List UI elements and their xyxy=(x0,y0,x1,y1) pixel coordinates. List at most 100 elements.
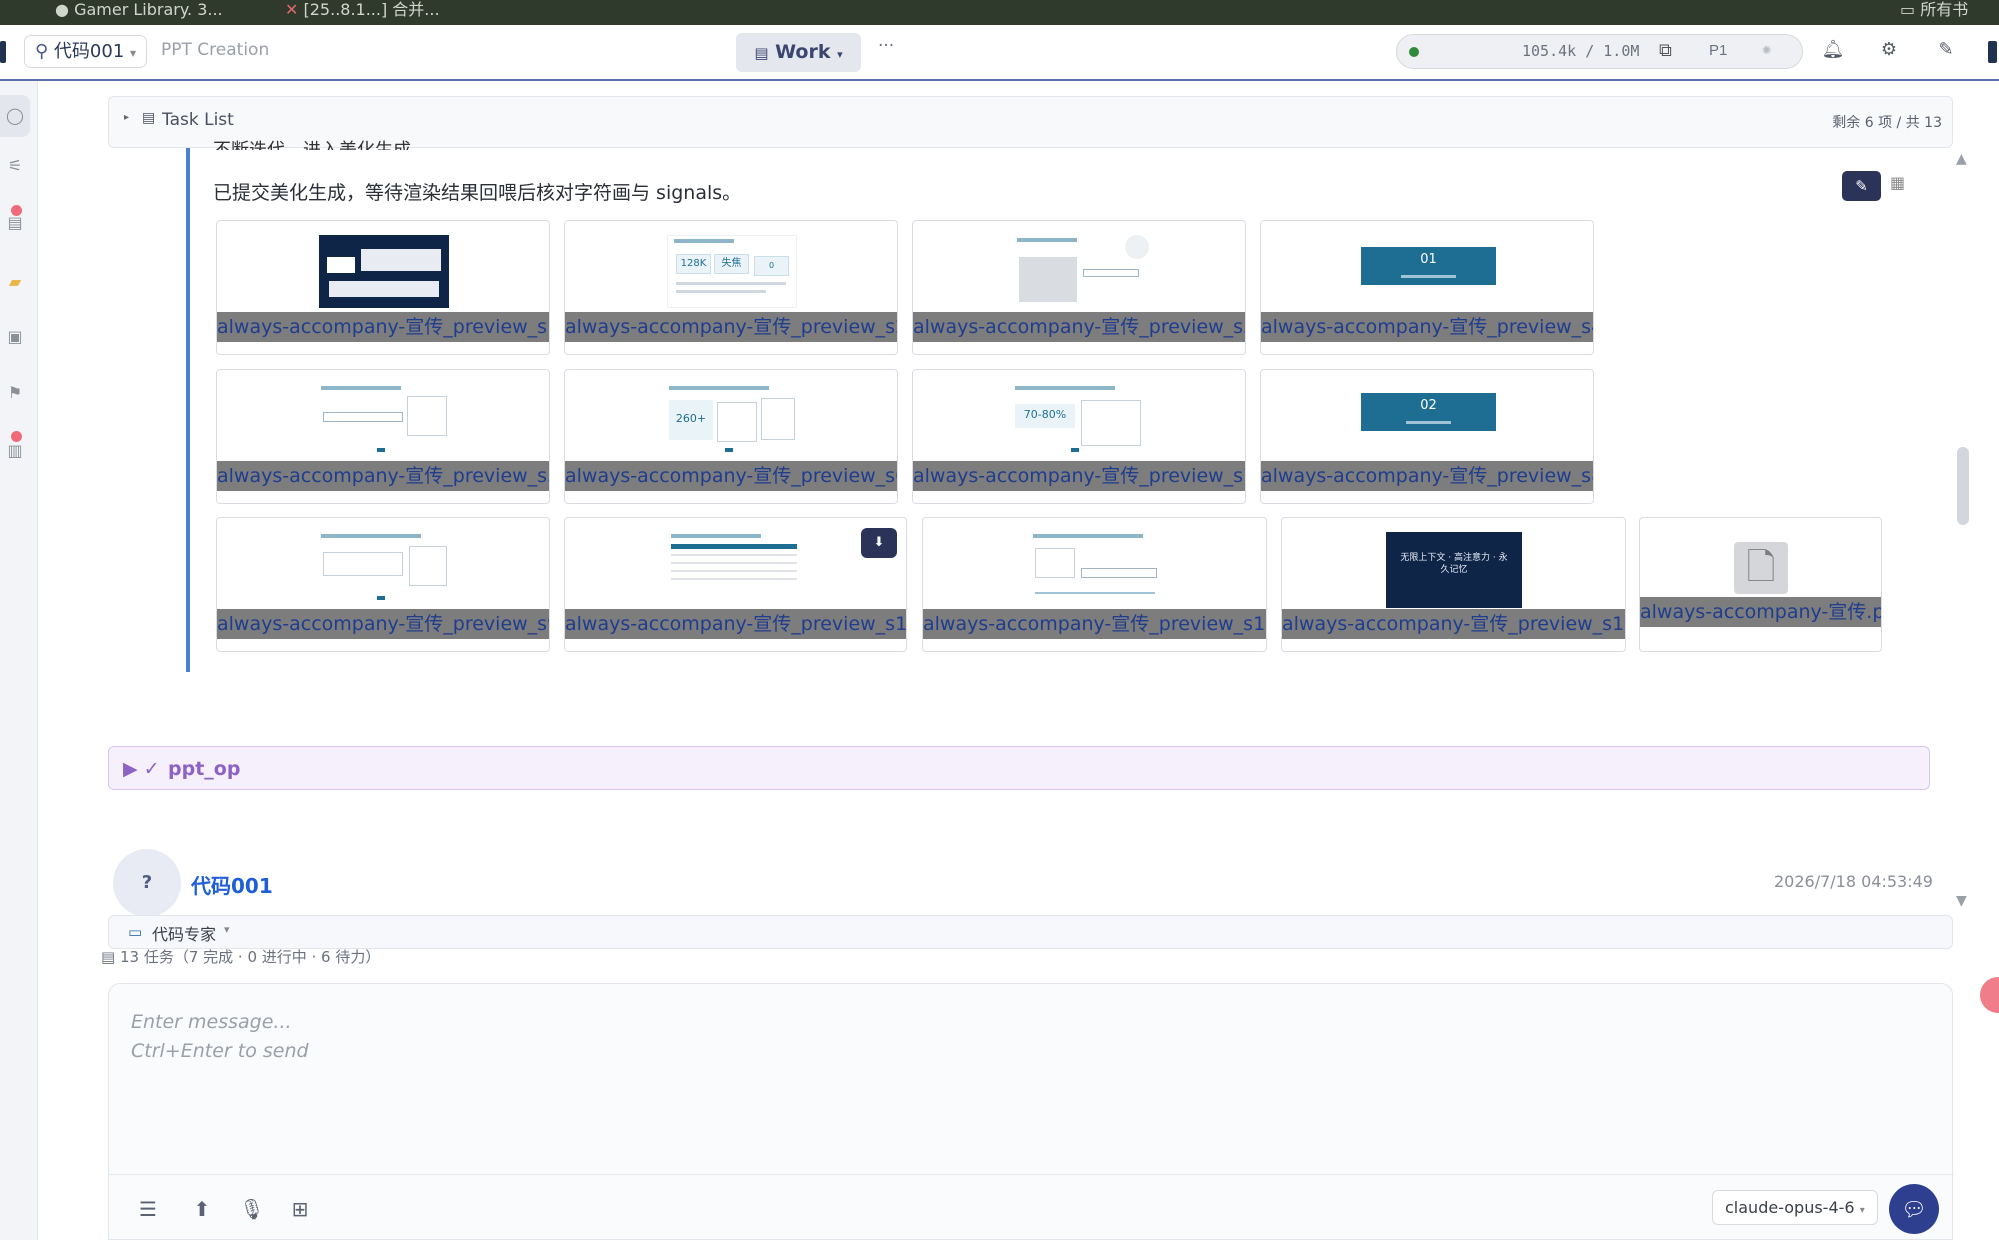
chevron-down-icon: ▾ xyxy=(837,48,843,61)
slide-preview xyxy=(319,532,449,605)
bell-icon[interactable]: 🔔︎ xyxy=(1818,35,1848,65)
grid-view-icon[interactable]: ▦ xyxy=(1890,173,1905,192)
floating-assistant-button[interactable] xyxy=(1980,977,1999,1013)
file-thumbnail[interactable]: ⬇ always-accompany-宣传_preview_s10.png xyxy=(564,517,907,652)
file-thumbnail[interactable]: always-accompany-宣传_preview_s1.png xyxy=(216,220,550,355)
tool-call-panel[interactable]: ▶ ✓ ppt_op xyxy=(108,746,1930,790)
send-button[interactable]: 💬︎ xyxy=(1889,1184,1939,1234)
slide-preview: 01 xyxy=(1361,247,1496,285)
notification-dot xyxy=(11,431,22,442)
pin-icon[interactable]: ⚑ xyxy=(0,378,30,408)
folder-icon: ▭ xyxy=(1900,0,1916,19)
more-button[interactable]: ··· xyxy=(878,36,894,56)
task-progress: ▤ 13 任务（7 完成 · 0 进行中 · 6 待力） xyxy=(101,948,381,966)
file-thumbnail[interactable]: 128K 失焦 0 always-accompany-宣传_preview_s2… xyxy=(564,220,898,355)
task-list-label: Task List xyxy=(162,110,234,130)
slide-preview xyxy=(1013,235,1149,308)
tab-close-icon: ✕ xyxy=(285,0,299,19)
gear-icon[interactable]: ⚙ xyxy=(1874,35,1904,65)
upload-icon[interactable]: ⬆ xyxy=(187,1194,217,1224)
chevron-down-icon[interactable]: ▾ xyxy=(224,923,230,936)
slide-preview: 260+ xyxy=(667,384,797,457)
scroll-up-icon[interactable]: ▲ xyxy=(1956,151,1967,167)
browser-tab-bar: ● Gamer Library. 3... ✕ [25..8.1...] 合并.… xyxy=(0,0,1999,25)
tool-name: ppt_op xyxy=(168,758,241,780)
token-usage-pill: 105.4k / 1.0M ⧉ P1 ✺ xyxy=(1396,34,1803,69)
briefcase-icon[interactable]: ▣ xyxy=(0,322,30,352)
file-name: always-accompany-宣传_preview_s3.png xyxy=(913,312,1245,342)
panel-toggle[interactable] xyxy=(1988,41,1997,63)
file-thumbnail[interactable]: 70-80% always-accompany-宣传_preview_s7.pn… xyxy=(912,369,1246,504)
file-name: always-accompany-宣传_preview_s2.png xyxy=(565,312,897,342)
file-thumbnail[interactable]: 02 always-accompany-宣传_preview_s8.png xyxy=(1260,369,1594,504)
scroll-down-icon[interactable]: ▼ xyxy=(1956,893,1967,909)
slide-preview xyxy=(319,235,449,308)
mode-dropdown[interactable]: ▤ Work ▾ xyxy=(736,33,861,72)
tool-status: ▶ ✓ xyxy=(123,758,160,780)
file-name: always-accompany-宣传_preview_s1.png xyxy=(217,312,549,342)
task-summary: 剩余 6 项 / 共 13 xyxy=(1832,115,1942,131)
slide-preview xyxy=(1031,532,1161,605)
slide-preview: 无限上下文 · 高注意力 · 永久记忆 xyxy=(1386,532,1522,608)
agent-selector[interactable]: ⚲ 代码001 ▾ xyxy=(24,35,148,68)
edit-icon[interactable]: ✎ xyxy=(1931,35,1961,65)
chevron-down-icon: ▾ xyxy=(1859,1205,1865,1216)
status-text: 已提交美化生成，等待渲染结果回喂后核对字符画与 signals。 xyxy=(213,182,742,204)
sliders-icon[interactable]: ⚟ xyxy=(0,151,30,181)
left-sidebar: ◯ ⚟ ▤ ▰ ▣ ⚑ ▥ xyxy=(0,81,38,1240)
file-thumbnail[interactable]: 无限上下文 · 高注意力 · 永久记忆 always-accompany-宣传_… xyxy=(1281,517,1626,652)
monitor-icon: ▭ xyxy=(128,923,143,941)
expert-label[interactable]: 代码专家 xyxy=(152,921,216,945)
file-thumbnail[interactable]: 01 always-accompany-宣传_preview_s4.png xyxy=(1260,220,1594,355)
file-thumbnail[interactable]: always-accompany-宣传_preview_s11.png xyxy=(922,517,1267,652)
sidebar-toggle[interactable] xyxy=(0,41,6,63)
document-icon: ▤ xyxy=(101,948,116,966)
file-thumbnail[interactable]: always-accompany-宣传_preview_s9.png xyxy=(216,517,550,652)
tab-favicon-icon: ● xyxy=(55,0,69,19)
download-icon[interactable]: ⬇ xyxy=(861,528,897,558)
token-count: 105.4k / 1.0M xyxy=(1522,42,1640,60)
file-name: always-accompany-宣传_preview_s12.png xyxy=(1282,609,1625,639)
compress-icon[interactable]: ⧉ xyxy=(1659,40,1672,61)
status-dot xyxy=(1409,47,1419,57)
file-icon: 🗋︎ xyxy=(1734,542,1788,594)
file-thumbnail[interactable]: always-accompany-宣传_preview_s5.png xyxy=(216,369,550,504)
message-timestamp: 2026/7/18 04:53:49 xyxy=(1774,872,1933,891)
truncated-text: 不断迭代，进入美化生成。 xyxy=(213,136,429,150)
file-name: always-accompany-宣传_preview_s5.png xyxy=(217,461,549,491)
file-name: always-accompany-宣传_preview_s6.png xyxy=(565,461,897,491)
add-comment-icon[interactable]: ⊞ xyxy=(285,1194,315,1224)
file-thumbnail[interactable]: always-accompany-宣传_preview_s3.png xyxy=(912,220,1246,355)
microphone-icon[interactable]: 🎙︎ xyxy=(237,1194,267,1224)
menu-icon[interactable]: ☰ xyxy=(133,1194,163,1224)
file-name: always-accompany-宣传_preview_s7.png xyxy=(913,461,1245,491)
slide-preview xyxy=(669,532,799,592)
slide-preview: 02 xyxy=(1361,393,1496,431)
sender-name: 代码001 xyxy=(191,874,273,898)
file-name: always-accompany-宣传_preview_s10.png xyxy=(565,609,906,639)
model-selector[interactable]: claude-opus-4-6 ▾ xyxy=(1712,1190,1878,1225)
page-indicator: P1 xyxy=(1709,42,1728,59)
browser-tab[interactable]: ● Gamer Library. 3... xyxy=(55,0,255,25)
file-name: always-accompany-宣传_preview_s11.png xyxy=(923,609,1266,639)
notification-dot xyxy=(11,205,22,216)
browser-tab[interactable]: ✕ [25..8.1...] 合并... xyxy=(285,0,485,25)
avatar: ? xyxy=(113,849,181,917)
file-thumbnail[interactable]: 🗋︎ always-accompany-宣传.pptx xyxy=(1639,517,1882,652)
message-input[interactable]: Enter message... Ctrl+Enter to send xyxy=(131,1008,309,1066)
workspace-label: PPT Creation xyxy=(161,40,270,60)
chat-icon[interactable]: ◯ xyxy=(0,95,30,137)
message-composer: Enter message... Ctrl+Enter to send xyxy=(108,983,1954,1240)
loading-icon: ✺ xyxy=(1762,40,1772,58)
edit-message-button[interactable]: ✎ xyxy=(1842,171,1881,201)
scrollbar-thumb[interactable] xyxy=(1957,447,1969,525)
file-name: always-accompany-宣传_preview_s4.png xyxy=(1261,312,1593,342)
document-icon: ▤ xyxy=(754,44,769,62)
expand-icon[interactable]: ▸ xyxy=(124,112,129,123)
browser-bookmarks[interactable]: ▭ 所有书 xyxy=(1900,0,1999,25)
folder-icon[interactable]: ▰ xyxy=(0,267,30,297)
file-name: always-accompany-宣传.pptx xyxy=(1640,597,1881,627)
file-thumbnail[interactable]: 260+ always-accompany-宣传_preview_s6.png xyxy=(564,369,898,504)
pin-icon: ⚲ xyxy=(35,41,49,62)
expert-bar: ▭ 代码专家 ▾ xyxy=(108,915,1953,949)
